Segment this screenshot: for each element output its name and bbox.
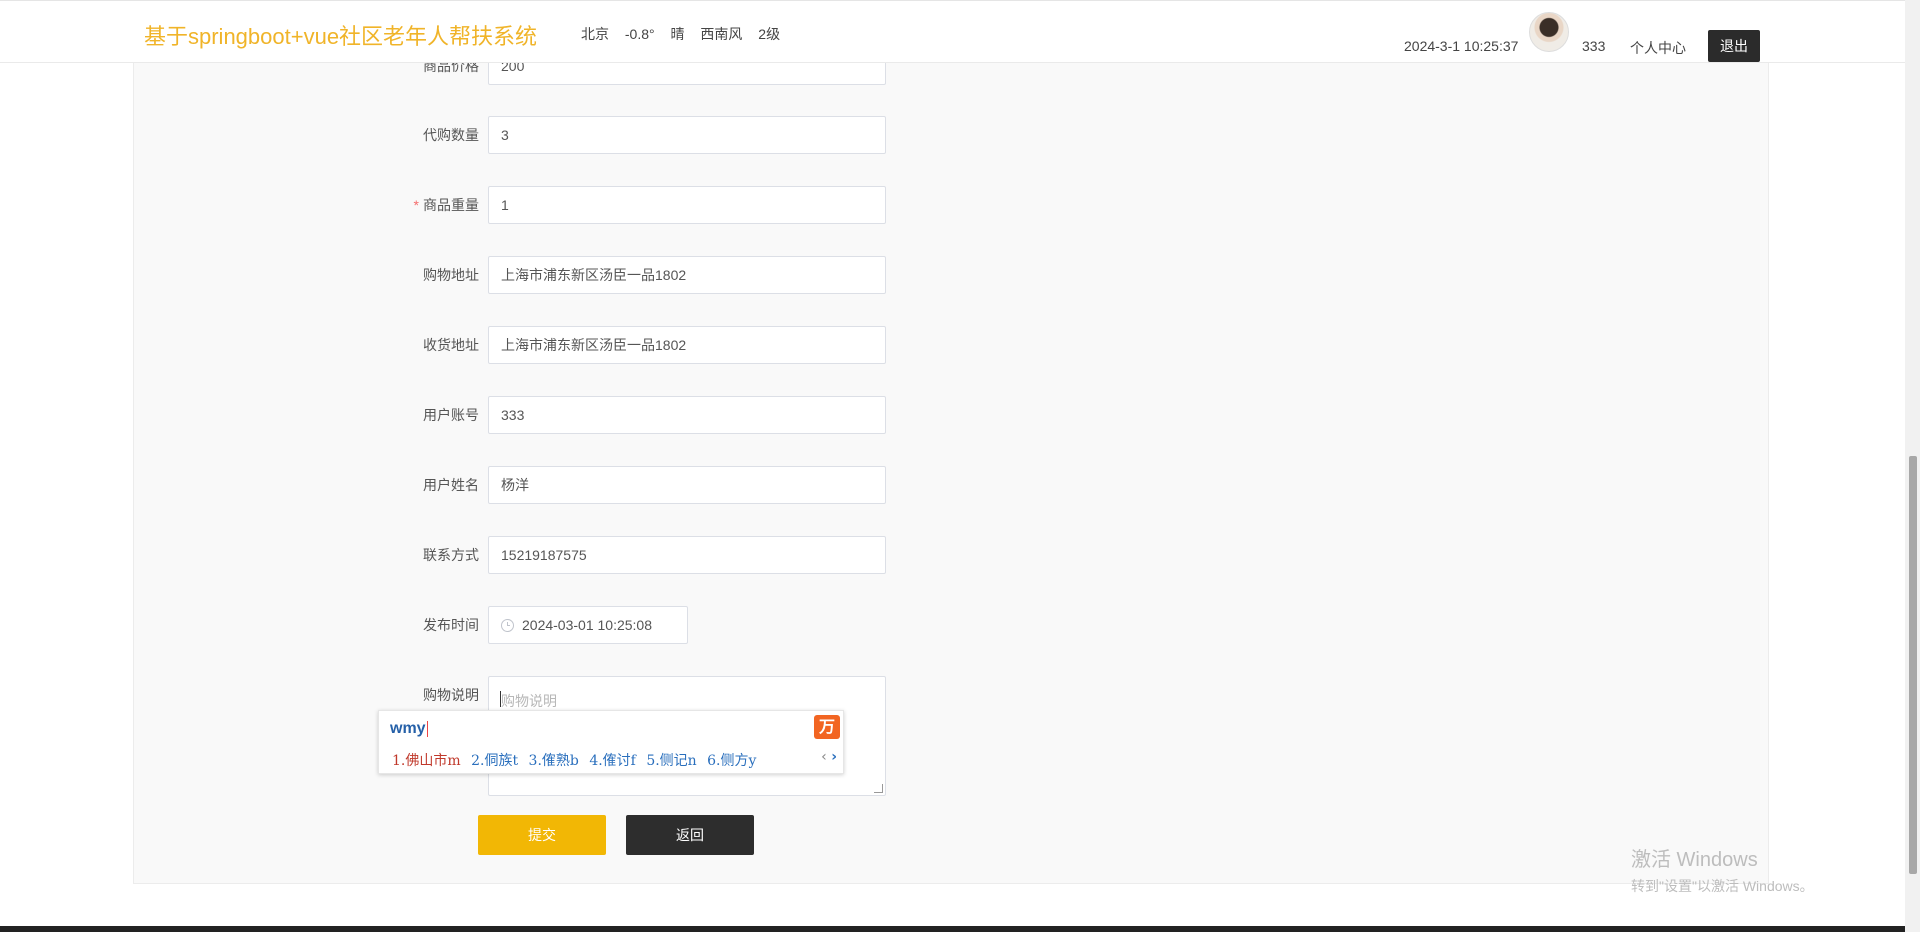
form-row-shopping-address: 购物地址 上海市浦东新区汤臣一品1802	[134, 255, 1034, 295]
publish-time-picker[interactable]: 2024-03-01 10:25:08	[488, 606, 688, 644]
username: 333	[1582, 38, 1606, 54]
resize-handle[interactable]	[874, 784, 883, 793]
watermark-title: 激活 Windows	[1631, 849, 1758, 871]
account-input[interactable]: 333	[488, 396, 886, 434]
field-label: 发布时间	[423, 617, 479, 633]
ime-candidate-popup: wmy 万 1.佛山市m 2.侗族t 3.傕熟b 4.傕讨f 5.侧记n 6.侧…	[378, 710, 844, 774]
logout-button[interactable]: 退出	[1708, 30, 1760, 62]
required-star: *	[413, 197, 419, 213]
field-label: 用户姓名	[423, 477, 479, 493]
form-row-publish-time: 发布时间 2024-03-01 10:25:08	[134, 605, 1034, 645]
ime-candidate[interactable]: 3.傕熟b	[529, 753, 579, 769]
delivery-address-input[interactable]: 上海市浦东新区汤臣一品1802	[488, 326, 886, 364]
chevron-right-icon[interactable]: ›	[831, 749, 837, 765]
description-placeholder: 购物说明	[501, 693, 557, 709]
field-label: 购物说明	[423, 687, 479, 703]
scrollbar-thumb[interactable]	[1909, 456, 1917, 874]
current-datetime: 2024-3-1 10:25:37	[1404, 38, 1519, 54]
field-label: 收货地址	[423, 337, 479, 353]
vertical-scrollbar[interactable]	[1905, 0, 1920, 932]
ime-composition-text: wmy	[390, 720, 426, 737]
weather-city: 北京	[581, 26, 609, 42]
footer-bar	[0, 926, 1905, 932]
field-label: 用户账号	[423, 407, 479, 423]
ime-candidate[interactable]: 2.侗族t	[471, 753, 518, 769]
clock-icon	[501, 618, 514, 632]
activation-watermark: 激活 Windows 转到"设置"以激活 Windows。	[1631, 843, 1814, 896]
back-button[interactable]: 返回	[626, 815, 754, 855]
chevron-left-icon[interactable]: ‹	[821, 749, 827, 765]
top-header: 基于springboot+vue社区老年人帮扶系统 北京 -0.8° 晴 西南风…	[0, 0, 1905, 63]
watermark-subtitle: 转到"设置"以激活 Windows。	[1631, 878, 1814, 894]
name-input[interactable]: 杨洋	[488, 466, 886, 504]
shopping-address-input[interactable]: 上海市浦东新区汤臣一品1802	[488, 256, 886, 294]
weather-widget: 北京 -0.8° 晴 西南风 2级	[581, 24, 788, 44]
weather-temperature: -0.8°	[624, 26, 655, 42]
ime-candidate[interactable]: 5.侧记n	[646, 753, 696, 769]
weather-wind-direction: 西南风	[700, 26, 743, 42]
ime-candidates: 1.佛山市m 2.侗族t 3.傕熟b 4.傕讨f 5.侧记n 6.侧方y	[392, 750, 762, 770]
form-row-account: 用户账号 333	[134, 395, 1034, 435]
form-row-weight: * 商品重量 1	[134, 185, 1034, 225]
ime-candidate[interactable]: 6.侧方y	[707, 753, 756, 769]
field-label: 联系方式	[423, 547, 479, 563]
contact-input[interactable]: 15219187575	[488, 536, 886, 574]
ime-composition: wmy	[390, 720, 428, 738]
ime-page-nav: ‹ ›	[821, 749, 837, 765]
form-row-contact: 联系方式 15219187575	[134, 535, 1034, 575]
weight-input[interactable]: 1	[488, 186, 886, 224]
ime-candidate[interactable]: 4.傕讨f	[589, 753, 636, 769]
weather-wind-level: 2级	[758, 26, 781, 42]
form-row-name: 用户姓名 杨洋	[134, 465, 1034, 505]
form-row-quantity: 代购数量 3	[134, 115, 1034, 155]
ime-candidate[interactable]: 1.佛山市m	[392, 753, 461, 769]
publish-time-value: 2024-03-01 10:25:08	[522, 617, 652, 633]
field-label: 购物地址	[423, 267, 479, 283]
field-label: 代购数量	[423, 127, 479, 143]
avatar[interactable]	[1529, 12, 1569, 52]
form-row-delivery-address: 收货地址 上海市浦东新区汤臣一品1802	[134, 325, 1034, 365]
weight-label-text: 商品重量	[423, 197, 479, 213]
weather-condition: 晴	[670, 26, 685, 42]
submit-button[interactable]: 提交	[478, 815, 606, 855]
user-center-link[interactable]: 个人中心	[1630, 38, 1686, 58]
field-label: * 商品重量	[309, 185, 479, 225]
ime-logo-icon[interactable]: 万	[814, 715, 840, 739]
site-title[interactable]: 基于springboot+vue社区老年人帮扶系统	[144, 19, 537, 51]
quantity-input[interactable]: 3	[488, 116, 886, 154]
